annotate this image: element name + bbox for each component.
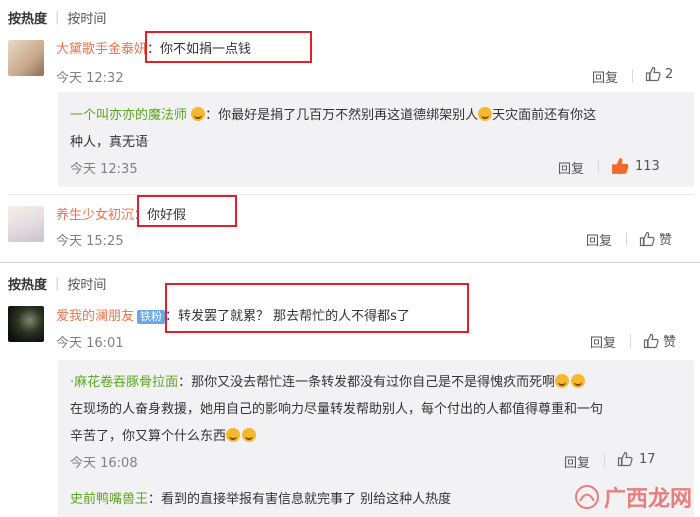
thumbs-up-icon xyxy=(645,66,661,82)
thumbs-up-icon xyxy=(617,451,633,467)
highlight-box xyxy=(165,283,469,333)
like-button[interactable]: 赞 xyxy=(643,331,676,350)
watermark-logo-icon xyxy=(574,485,599,509)
comment-time: 今天 16:01 xyxy=(56,336,124,351)
sort-by-time[interactable]: 按时间 xyxy=(67,274,106,293)
comment-username[interactable]: 养生少女初沉 xyxy=(56,208,134,223)
comment-time: 今天 12:32 xyxy=(56,71,124,86)
sub-comment-body: 史前鸭嘴兽王：看到的直接举报有害信息就完事了 别给这种人热度 xyxy=(70,492,452,507)
sub-comment-body: ·麻花卷吞豚骨拉面：那你又没去帮忙连一条转发都没有过你自己是不是得愧疚而死啊 xyxy=(70,371,586,390)
like-button[interactable]: 赞 xyxy=(639,229,672,248)
sort-bar: 按热度 | 按时间 xyxy=(8,8,107,27)
reply-button[interactable]: 回复 xyxy=(590,332,616,351)
sort-by-time[interactable]: 按时间 xyxy=(67,8,106,27)
reply-button[interactable]: 回复 xyxy=(586,230,612,249)
comment-username[interactable]: 爱我的澜朋友 xyxy=(56,309,134,324)
sub-comment-text-line3: 辛苦了，你又算个什么东西 xyxy=(70,425,257,444)
like-button[interactable]: 2 xyxy=(645,66,673,82)
sub-comment-time: 今天 12:35 xyxy=(70,162,138,177)
highlight-box xyxy=(137,195,237,227)
sub-comment-time: 今天 16:08 xyxy=(70,456,138,471)
emoji-icon xyxy=(555,374,570,388)
sub-comment-username[interactable]: 一个叫亦亦的魔法师 xyxy=(70,108,187,123)
emoji-icon xyxy=(478,107,493,121)
emoji-icon xyxy=(226,428,241,442)
comment-time: 今天 15:25 xyxy=(56,234,124,249)
like-count: 113 xyxy=(635,158,660,174)
avatar[interactable] xyxy=(8,40,44,76)
thumbs-up-liked-icon xyxy=(611,157,629,175)
reply-button[interactable]: 回复 xyxy=(558,158,584,177)
emoji-icon xyxy=(571,374,586,388)
sub-comment-text-line2: 在现场的人奋身救援，她用自己的影响力尽量转发帮助别人，每个付出的人都值得尊重和一… xyxy=(70,402,604,417)
emoji-icon xyxy=(242,428,257,442)
like-button[interactable]: 17 xyxy=(617,451,656,467)
thumbs-up-icon xyxy=(643,333,659,349)
emoji-icon xyxy=(191,107,206,121)
thumbs-up-icon xyxy=(639,231,655,247)
fan-badge: 铁粉 xyxy=(137,310,166,324)
sort-by-hot[interactable]: 按热度 xyxy=(8,274,47,293)
sort-bar: 按热度 | 按时间 xyxy=(8,274,107,293)
avatar[interactable] xyxy=(8,206,44,242)
like-count: 17 xyxy=(639,451,656,467)
sub-comment-text-line2: 种人，真无语 xyxy=(70,135,149,150)
avatar[interactable] xyxy=(8,306,44,342)
reply-button[interactable]: 回复 xyxy=(592,67,618,86)
sub-comment-username[interactable]: ·麻花卷吞豚骨拉面 xyxy=(70,375,178,390)
reply-button[interactable]: 回复 xyxy=(564,452,590,471)
watermark: 广西龙网 xyxy=(574,481,692,513)
like-label: 赞 xyxy=(659,233,673,248)
sub-comment-username[interactable]: 史前鸭嘴兽王 xyxy=(70,492,148,507)
like-label: 赞 xyxy=(663,335,677,350)
sub-comment-body: 一个叫亦亦的魔法师 ：你最好是捐了几百万不然别再这道德绑架别人 天灾面前还有你这 xyxy=(70,107,597,123)
comment-username[interactable]: 大黛歌手金泰妍 xyxy=(56,42,147,57)
sort-by-hot[interactable]: 按热度 xyxy=(8,8,47,27)
highlight-box xyxy=(145,31,312,63)
like-count: 2 xyxy=(665,66,674,82)
like-button[interactable]: 113 xyxy=(611,157,660,175)
